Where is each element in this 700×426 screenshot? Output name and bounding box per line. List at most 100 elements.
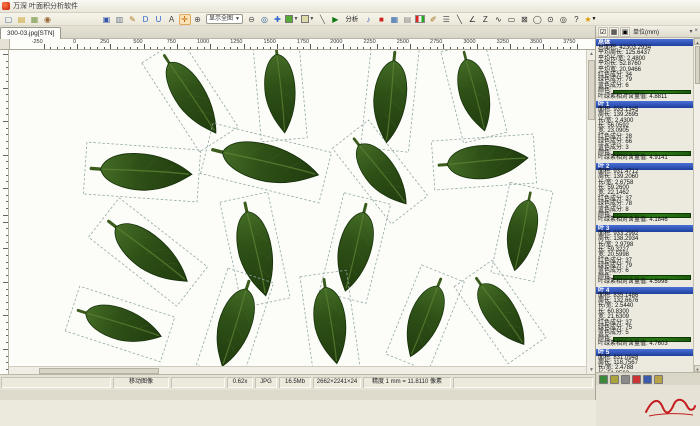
camera-icon[interactable]: ◉ [42, 14, 54, 25]
status-cell: 移动图像 [113, 377, 169, 388]
status-cell: 精度 1 mm = 11.8110 像素 [363, 377, 451, 388]
main-toolbar: ▢▤▦◉▣▥✎DUA✛⊕显示全图▼⊖◎✚▼▼╲▶分析♪■▦▤✐☰╲∠Z∿▭⊠◯⊙… [0, 13, 700, 26]
measure-circle-icon[interactable]: ⊙ [544, 14, 556, 25]
red-marker-icon[interactable]: ■ [375, 14, 387, 25]
ruler-label: 3500 [530, 39, 542, 45]
canvas-area[interactable]: ▲ ▼ [0, 50, 595, 374]
ruler-label: 750 [167, 39, 176, 45]
canvas-horizontal-scrollbar[interactable] [9, 366, 586, 374]
save-icon[interactable]: ▣ [101, 14, 113, 25]
document-tab[interactable]: 300-03.jpg[STN] [0, 27, 61, 39]
results-list: 总体总面积: 42303.2934平均周长: 125.6437平均长/宽: 2.… [596, 38, 694, 372]
canvas-vertical-scrollbar[interactable]: ▲ ▼ [586, 50, 595, 374]
ruler-label: 3750 [563, 39, 575, 45]
settings-icon[interactable] [643, 375, 652, 384]
table-icon[interactable]: ▦ [388, 14, 400, 25]
measurement-row: 叶绿素相对含量值: 4.7603 [596, 342, 693, 347]
measurement-panel: ☑ ▦ ▣ 单位(mm) ▾ × 总体总面积: 42303.2934平均周长: … [595, 26, 700, 400]
zoom-out-icon[interactable]: ⊖ [245, 14, 257, 25]
new-icon[interactable]: ▢ [3, 14, 15, 25]
view-mode-dropdown[interactable]: 显示全图▼ [206, 14, 243, 24]
status-cell: 2662×2241×24 [313, 377, 361, 388]
pin-panel-icon[interactable]: ▾ [689, 28, 692, 35]
measure-ellipse-icon[interactable]: ◯ [531, 14, 543, 25]
select-all-icon[interactable]: ☑ [598, 27, 608, 37]
status-cell-empty [171, 377, 225, 388]
save-results-icon[interactable]: ▣ [620, 27, 630, 37]
status-cell: 0.62x [227, 377, 253, 388]
zoom-in-icon[interactable]: ⊕ [192, 14, 204, 25]
ruler-corner [0, 39, 10, 49]
image-icon[interactable]: ▦ [29, 14, 41, 25]
preview-eye-icon[interactable]: ◎ [258, 14, 270, 25]
ruler-label: 2000 [330, 39, 342, 45]
move-arrows-icon[interactable]: ✚ [271, 14, 283, 25]
export-chart-icon[interactable] [610, 375, 619, 384]
window-bottom-edge [0, 390, 595, 400]
line-tool-icon[interactable]: ╲ [316, 14, 328, 25]
ruler-label: 1250 [230, 39, 242, 45]
ruler-label: 2250 [363, 39, 375, 45]
app-window: 万深 叶面积分析软件 ▢▤▦◉▣▥✎DUA✛⊕显示全图▼⊖◎✚▼▼╲▶分析♪■▦… [0, 0, 700, 400]
ruler-label: 2750 [430, 39, 442, 45]
list-icon[interactable]: ☰ [440, 14, 452, 25]
draw-pencil-icon[interactable]: ✐ [427, 14, 439, 25]
ruler-label: 250 [100, 39, 109, 45]
ruler-label: 0 [73, 39, 76, 45]
help-icon[interactable]: ? [570, 14, 582, 25]
text-tool-icon[interactable]: A [166, 14, 178, 25]
measurement-row: 叶绿素相对含量值: 4.8811 [596, 95, 693, 100]
status-cell: 16.5Mb [279, 377, 311, 388]
brand-logo [643, 394, 697, 420]
flag-icon[interactable] [414, 14, 426, 25]
yellow-layer-dropdown[interactable]: ▼ [300, 14, 315, 25]
pan-hand-icon[interactable]: ✛ [179, 14, 191, 25]
note-icon[interactable]: ♪ [362, 14, 374, 25]
title-bar: 万深 叶面积分析软件 [0, 0, 700, 13]
page-down-icon[interactable]: D [140, 14, 152, 25]
measure-rect-icon[interactable]: ▭ [505, 14, 517, 25]
panel-header: ☑ ▦ ▣ 单位(mm) ▾ × [596, 26, 700, 38]
measure-line-icon[interactable]: ╲ [453, 14, 465, 25]
status-cell-empty [453, 377, 593, 388]
run-analysis-icon[interactable]: ▶ [329, 14, 341, 25]
measure-angle-icon[interactable]: ∠ [466, 14, 478, 25]
open-folder-icon[interactable]: ▤ [16, 14, 28, 25]
measure-rect-cross-icon[interactable]: ⊠ [518, 14, 530, 25]
vertical-ruler [0, 50, 9, 374]
unit-dropdown[interactable]: 单位(mm) [633, 27, 659, 36]
leaf-image-canvas[interactable] [9, 50, 586, 366]
page-up-icon[interactable]: U [153, 14, 165, 25]
favorites-dropdown[interactable]: ★▼ [583, 14, 597, 25]
status-cell: JPG [255, 377, 277, 388]
export-doc-icon[interactable] [621, 375, 630, 384]
document-tab-bar: 300-03.jpg[STN] [0, 26, 595, 39]
horizontal-ruler: -250025050075010001250150017502000225025… [0, 39, 595, 50]
measurement-row: 叶绿素相对含量值: 4.1846 [596, 218, 693, 223]
print-icon[interactable]: ▥ [114, 14, 126, 25]
green-layer-dropdown[interactable]: ▼ [284, 14, 299, 25]
open-results-icon[interactable] [654, 375, 663, 384]
status-cell-empty [1, 377, 111, 388]
panel-scrollbar[interactable]: ▲ ▼ [693, 38, 700, 372]
app-title: 万深 叶面积分析软件 [13, 1, 78, 11]
app-icon [2, 2, 10, 10]
grid-icon[interactable]: ▤ [401, 14, 413, 25]
ruler-label: 1000 [197, 39, 209, 45]
measure-polyline-icon[interactable]: Z [479, 14, 491, 25]
close-panel-icon[interactable]: × [694, 28, 698, 35]
analyze-button[interactable]: 分析 [342, 14, 361, 25]
measure-curve-icon[interactable]: ∿ [492, 14, 504, 25]
ruler-label: -250 [32, 39, 43, 45]
delete-results-icon[interactable] [632, 375, 641, 384]
ruler-label: 1750 [297, 39, 309, 45]
measurement-row: 叶绿素相对含量值: 4.5998 [596, 280, 693, 285]
ruler-label: 3250 [497, 39, 509, 45]
panel-footer-toolbar [596, 372, 700, 385]
table-export-icon[interactable]: ▦ [609, 27, 619, 37]
ruler-label: 3000 [463, 39, 475, 45]
edit-pencil-icon[interactable]: ✎ [127, 14, 139, 25]
measure-ring-icon[interactable]: ◎ [557, 14, 569, 25]
export-excel-icon[interactable] [599, 375, 608, 384]
ruler-label: 2500 [397, 39, 409, 45]
